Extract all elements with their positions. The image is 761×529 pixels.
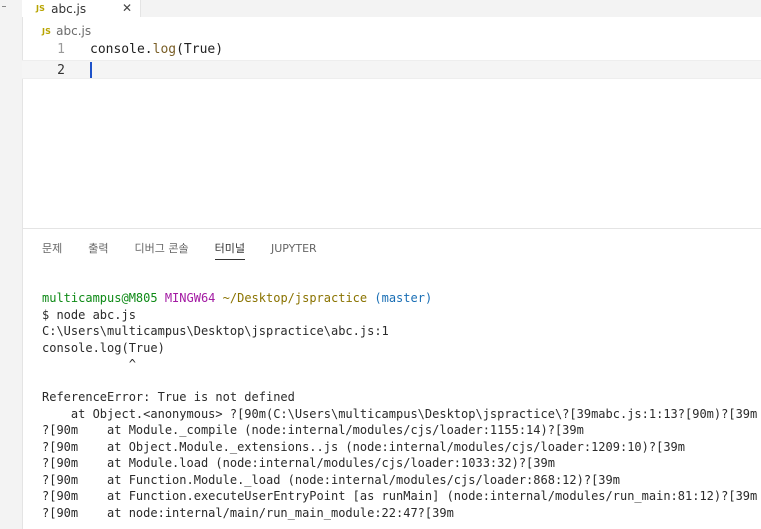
breadcrumb-file[interactable]: abc.js: [56, 24, 91, 38]
code-object: console.: [90, 42, 153, 57]
terminal-line: $ node abc.js: [42, 307, 136, 322]
editor-tab-bar: JS abc.js ✕: [22, 0, 761, 17]
code-text[interactable]: console.log(True): [90, 40, 223, 59]
terminal-output[interactable]: multicampus@M805 MINGW64 ~/Desktop/jspra…: [42, 290, 761, 521]
terminal-line: C:\Users\multicampus\Desktop\jspractice\…: [42, 324, 389, 338]
tab-terminal[interactable]: 터미널: [214, 240, 246, 260]
terminal-line: ?[90m at Module._compile (node:internal/…: [42, 423, 584, 437]
terminal-line: ?[90m at Object.Module._extensions..js (…: [42, 439, 685, 454]
terminal-line: ?[90m at Function.Module._load (node:int…: [42, 472, 620, 487]
terminal-line: ?[90m at Function.executeUserEntryPoint …: [42, 489, 758, 503]
terminal-line: console.log(True): [42, 340, 165, 355]
panel-divider[interactable]: [22, 228, 761, 229]
terminal-line: at Object.<anonymous> ?[90m(C:\Users\mul…: [42, 406, 758, 421]
activity-bar: [0, 0, 23, 529]
tab-debug-console[interactable]: 디버그 콘솔: [135, 240, 189, 260]
line-number: 2: [57, 63, 65, 78]
tab-problems[interactable]: 문제: [42, 240, 62, 260]
code-function: log: [152, 42, 177, 57]
terminal-line: ^: [42, 357, 136, 371]
prompt-branch: (master): [374, 291, 433, 305]
code-line[interactable]: 1 console.log(True): [22, 40, 761, 59]
js-file-icon: JS: [42, 26, 52, 36]
panel-tab-bar: 문제 출력 디버그 콘솔 터미널 JUPYTER: [42, 240, 343, 262]
editor-tab-abc-js[interactable]: JS abc.js ✕: [22, 0, 141, 17]
breadcrumb[interactable]: JS abc.js: [42, 22, 91, 40]
prompt-path: ~/Desktop/jspractice: [222, 291, 368, 305]
terminal-line: ?[90m at node:internal/main/run_main_mod…: [42, 505, 454, 520]
line-number: 1: [57, 42, 65, 57]
code-line-current[interactable]: 2: [22, 60, 761, 79]
tab-output[interactable]: 출력: [88, 240, 108, 260]
tab-label: abc.js: [51, 1, 87, 16]
terminal-prompt: multicampus@M805 MINGW64 ~/Desktop/jspra…: [42, 290, 761, 307]
tab-jupyter[interactable]: JUPYTER: [271, 240, 317, 260]
text-cursor: [90, 62, 92, 78]
js-file-icon: JS: [36, 4, 46, 13]
terminal-line: ReferenceError: True is not defined: [42, 390, 295, 404]
dash-icon: [2, 6, 6, 7]
code-args: (True): [176, 42, 224, 57]
terminal-line: ?[90m at Module.load (node:internal/modu…: [42, 456, 555, 470]
prompt-host: MINGW64: [164, 291, 216, 305]
close-icon[interactable]: ✕: [122, 1, 132, 15]
code-editor[interactable]: 1 console.log(True) 2: [22, 40, 761, 80]
prompt-user: multicampus@M805: [42, 291, 158, 305]
